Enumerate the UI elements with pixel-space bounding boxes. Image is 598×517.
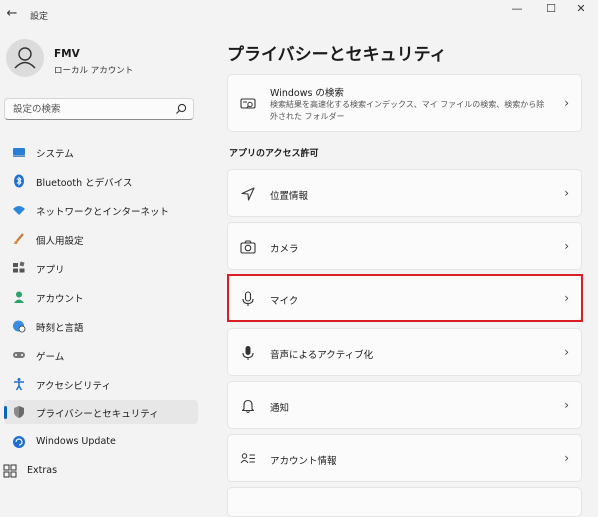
sidebar-item-time-language[interactable]: 時刻と言語 [4, 314, 198, 338]
setting-item-label: 音声によるアクティブ化 [270, 350, 374, 361]
sidebar-item-label: アプリ [36, 265, 65, 276]
setting-item-label: アカウント情報 [270, 456, 337, 467]
setting-item-camera[interactable]: カメラ › [227, 222, 582, 270]
sidebar-item-accessibility[interactable]: アクセシビリティ [4, 372, 198, 396]
chevron-right-icon: › [564, 398, 569, 412]
shield-icon [14, 406, 24, 418]
page-title: プライバシーとセキュリティ [227, 45, 447, 65]
chevron-right-icon: › [564, 239, 569, 253]
wifi-icon [13, 206, 25, 215]
sidebar-item-accounts[interactable]: アカウント [4, 285, 198, 309]
sidebar-item-label: ゲーム [36, 352, 65, 363]
sidebar-item-label: 時刻と言語 [36, 323, 84, 334]
selection-indicator [4, 406, 7, 419]
bluetooth-icon [14, 174, 24, 188]
title-bar: ← 設定 — ☐ ✕ [0, 0, 598, 30]
sidebar-item-extras[interactable]: Extras [0, 459, 194, 483]
camera-icon [240, 240, 256, 254]
sidebar-item-privacy-security[interactable]: プライバシーとセキュリティ [4, 400, 198, 424]
extras-icon [3, 464, 17, 478]
sidebar-item-network[interactable]: ネットワークとインターネット [4, 198, 198, 222]
chevron-right-icon: › [564, 96, 569, 110]
close-button[interactable]: ✕ [564, 0, 598, 22]
sidebar-item-apps[interactable]: アプリ [4, 256, 198, 280]
location-icon [241, 187, 255, 201]
globe-clock-icon [13, 320, 26, 333]
windows-search-description: 検索結果を高速化する検索インデックス、マイ ファイルの検索、検索から除外された … [270, 100, 545, 121]
setting-item-location[interactable]: 位置情報 › [227, 169, 582, 217]
setting-item-account-info[interactable]: アカウント情報 › [227, 434, 582, 482]
sidebar-item-system[interactable]: システム [4, 140, 198, 164]
accessibility-icon [14, 378, 24, 391]
sidebar-item-bluetooth[interactable]: Bluetooth とデバイス [4, 169, 198, 193]
app-title: 設定 [30, 12, 49, 22]
chevron-right-icon: › [564, 345, 569, 359]
section-header: アプリのアクセス許可 [229, 149, 319, 159]
setting-item-label: カメラ [270, 244, 299, 255]
brush-icon [14, 233, 24, 244]
chevron-right-icon: › [564, 186, 569, 200]
maximize-button[interactable]: ☐ [534, 0, 568, 22]
sidebar-item-label: システム [36, 149, 74, 160]
sidebar-item-label: アカウント [36, 294, 84, 305]
back-arrow-icon[interactable]: ← [4, 6, 20, 22]
account-info-icon [240, 453, 255, 464]
setting-item-voice-activation[interactable]: 音声によるアクティブ化 › [227, 328, 582, 376]
setting-item-notifications[interactable]: 通知 › [227, 381, 582, 429]
sidebar-item-label: Bluetooth とデバイス [36, 178, 133, 189]
search-settings-icon [240, 98, 256, 109]
bell-icon [241, 399, 255, 414]
gamepad-icon [13, 352, 25, 358]
sidebar-item-label: 個人用設定 [36, 236, 84, 247]
person-icon [14, 291, 24, 303]
minimize-button[interactable]: — [500, 0, 534, 22]
sidebar-item-label: プライバシーとセキュリティ [36, 409, 159, 420]
apps-icon [13, 261, 25, 273]
sidebar-item-gaming[interactable]: ゲーム [4, 343, 198, 367]
voice-activation-icon [242, 346, 254, 360]
highlight-box [227, 274, 583, 322]
sidebar-item-label: ネットワークとインターネット [36, 207, 170, 218]
display-icon [13, 148, 25, 157]
windows-search-title: Windows の検索 [270, 88, 344, 99]
setting-item-label: 位置情報 [270, 191, 309, 202]
setting-item-partial[interactable] [227, 487, 582, 517]
chevron-right-icon: › [564, 451, 569, 465]
sidebar-item-label: アクセシビリティ [36, 381, 111, 392]
sidebar-item-windows-update[interactable]: Windows Update [4, 430, 198, 454]
sidebar-item-personalization[interactable]: 個人用設定 [4, 227, 198, 251]
sidebar-item-label: Extras [27, 465, 58, 476]
setting-item-label: 通知 [270, 403, 290, 414]
update-icon [13, 436, 25, 448]
sidebar-item-label: Windows Update [36, 436, 116, 447]
windows-search-card[interactable]: Windows の検索 検索結果を高速化する検索インデックス、マイ ファイルの検… [227, 74, 582, 132]
